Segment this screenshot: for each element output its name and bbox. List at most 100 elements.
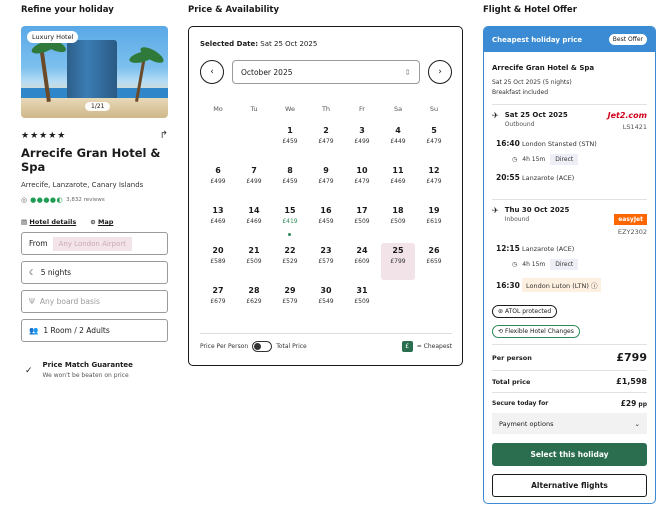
nights-value: 5 nights [40,268,72,277]
price-match-guarantee: ✓ Price Match Guarantee We won't be beat… [21,361,168,379]
review-rating[interactable]: ◎ ●●●●◐ 3,832 reviews [21,196,168,204]
weekday-header: We [284,105,296,113]
departure-airport-field[interactable]: From Any London Airport [21,232,168,255]
calendar-day[interactable]: 21 £509 [237,243,271,280]
map-link[interactable]: ⊙ Map [90,218,113,226]
calendar-day[interactable]: 17 £509 [345,203,379,240]
day-price: £619 [426,218,442,225]
calendar-day[interactable]: 9 £479 [309,163,343,200]
calendar-day[interactable]: 5 £479 [417,123,451,160]
day-price: £419 [282,218,298,225]
nights-field[interactable]: ☾ 5 nights [21,261,168,284]
pin-icon: ⊙ [90,218,96,226]
day-number: 15 [284,206,296,215]
calendar-day[interactable]: 19 £619 [417,203,451,240]
payment-options-dropdown[interactable]: Payment options ⌄ [492,413,647,434]
info-icon[interactable]: ⓘ [591,282,598,290]
hotel-details-link[interactable]: ▤ Hotel details [21,218,76,226]
per-person-label: Per person [492,353,532,362]
guarantee-subtitle: We won't be beaten on price [42,372,129,379]
day-number: 5 [431,126,437,135]
day-price: £499 [210,178,226,185]
day-number: 19 [428,206,440,215]
calendar-day[interactable]: 24 £609 [345,243,379,280]
rooms-field[interactable]: 👥 1 Room / 2 Adults [21,319,168,342]
offer-hotel-name: Arrecife Gran Hotel & Spa [492,64,595,72]
day-price: £679 [210,298,226,305]
moon-icon: ☾ [29,268,36,277]
day-number: 12 [428,166,440,175]
image-pager[interactable]: 1/21 [85,102,111,111]
day-price: £479 [318,138,334,145]
best-offer-badge: Best Offer [608,34,647,45]
per-person-price: £799 [616,351,647,364]
alternative-flights-button[interactable]: Alternative flights [492,474,647,497]
selected-date: Selected Date: Sat 25 Oct 2025 [200,40,318,48]
calendar-day[interactable]: 10 £479 [345,163,379,200]
calendar-day[interactable]: 3 £499 [345,123,379,160]
calendar-day[interactable]: 11 £469 [381,163,415,200]
board-basis-field[interactable]: Ψ Any board basis [21,290,168,313]
calendar-day[interactable]: 7 £499 [237,163,271,200]
total-price-label: Total Price [276,343,307,350]
day-price: £499 [246,178,262,185]
hotel-location: Arrecife, Lanzarote, Canary Islands [21,181,144,189]
calendar-day[interactable]: 16 £459 [309,203,343,240]
day-price: £469 [390,178,406,185]
plane-icon: ✈ [492,206,499,215]
calendar-day[interactable]: 26 £659 [417,243,451,280]
day-price: £479 [318,178,334,185]
calendar-day[interactable]: 14 £469 [237,203,271,240]
day-number: 9 [323,166,329,175]
next-month-button[interactable]: › [428,60,452,84]
calendar-footer: Price Per Person Total Price £ = Cheapes… [200,341,452,352]
day-price: £469 [246,218,262,225]
calendar-day[interactable]: 30 £549 [309,283,343,320]
calendar-day[interactable]: 28 £629 [237,283,271,320]
select-holiday-button[interactable]: Select this holiday [492,443,647,466]
calendar-day[interactable]: 8 £459 [273,163,307,200]
day-number: 18 [392,206,404,215]
calendar-day[interactable]: 6 £499 [201,163,235,200]
calendar-day[interactable]: 20 £589 [201,243,235,280]
day-number: 20 [212,246,224,255]
day-price: £509 [354,298,370,305]
calendar-day[interactable]: 23 £579 [309,243,343,280]
calendar-day[interactable]: 18 £509 [381,203,415,240]
flex-changes-badge: ⟲ Flexible Hotel Changes [492,325,580,338]
board-basis-placeholder: Any board basis [39,297,100,306]
day-price: £479 [354,178,370,185]
day-number: 27 [212,286,224,295]
total-price-label: Total price [492,377,531,386]
calendar-day[interactable]: 13 £469 [201,203,235,240]
calendar-day[interactable]: 22 £529 [273,243,307,280]
calendar-day[interactable]: 4 £449 [381,123,415,160]
inbound-flight: ✈ Thu 30 Oct 2025 Inbound easyJet EZY230… [492,206,647,292]
calendar-day[interactable]: 25 £799 [381,243,415,280]
cheapest-dot-icon [288,233,291,236]
secure-today-value: £29 [620,399,637,408]
day-price: £449 [390,138,406,145]
jet2-logo: Jet2.com [607,111,647,120]
month-select[interactable]: October 2025 ⇕ [232,60,420,84]
calendar-day[interactable]: 12 £479 [417,163,451,200]
day-price: £469 [210,218,226,225]
weekday-header: Su [429,105,439,113]
calendar-day[interactable]: 1 £459 [273,123,307,160]
day-number: 1 [287,126,293,135]
day-price: £579 [318,258,334,265]
day-number: 2 [323,126,329,135]
calendar-day[interactable]: 31 £509 [345,283,379,320]
hotel-image[interactable]: Luxury Hotel 1/21 [21,26,168,118]
calendar-day[interactable]: 15 £419 [273,203,307,240]
share-icon[interactable]: ↱ [160,130,168,141]
calendar-day[interactable]: 29 £579 [273,283,307,320]
day-number: 30 [320,286,332,295]
calendar-day[interactable]: 27 £679 [201,283,235,320]
prev-month-button[interactable]: ‹ [200,60,224,84]
price-mode-toggle[interactable] [252,341,273,352]
calendar-day[interactable]: 2 £479 [309,123,343,160]
check-icon: ✓ [25,366,33,376]
day-number: 25 [392,246,404,255]
atol-badge: ⊛ ATOL protected [492,305,558,318]
